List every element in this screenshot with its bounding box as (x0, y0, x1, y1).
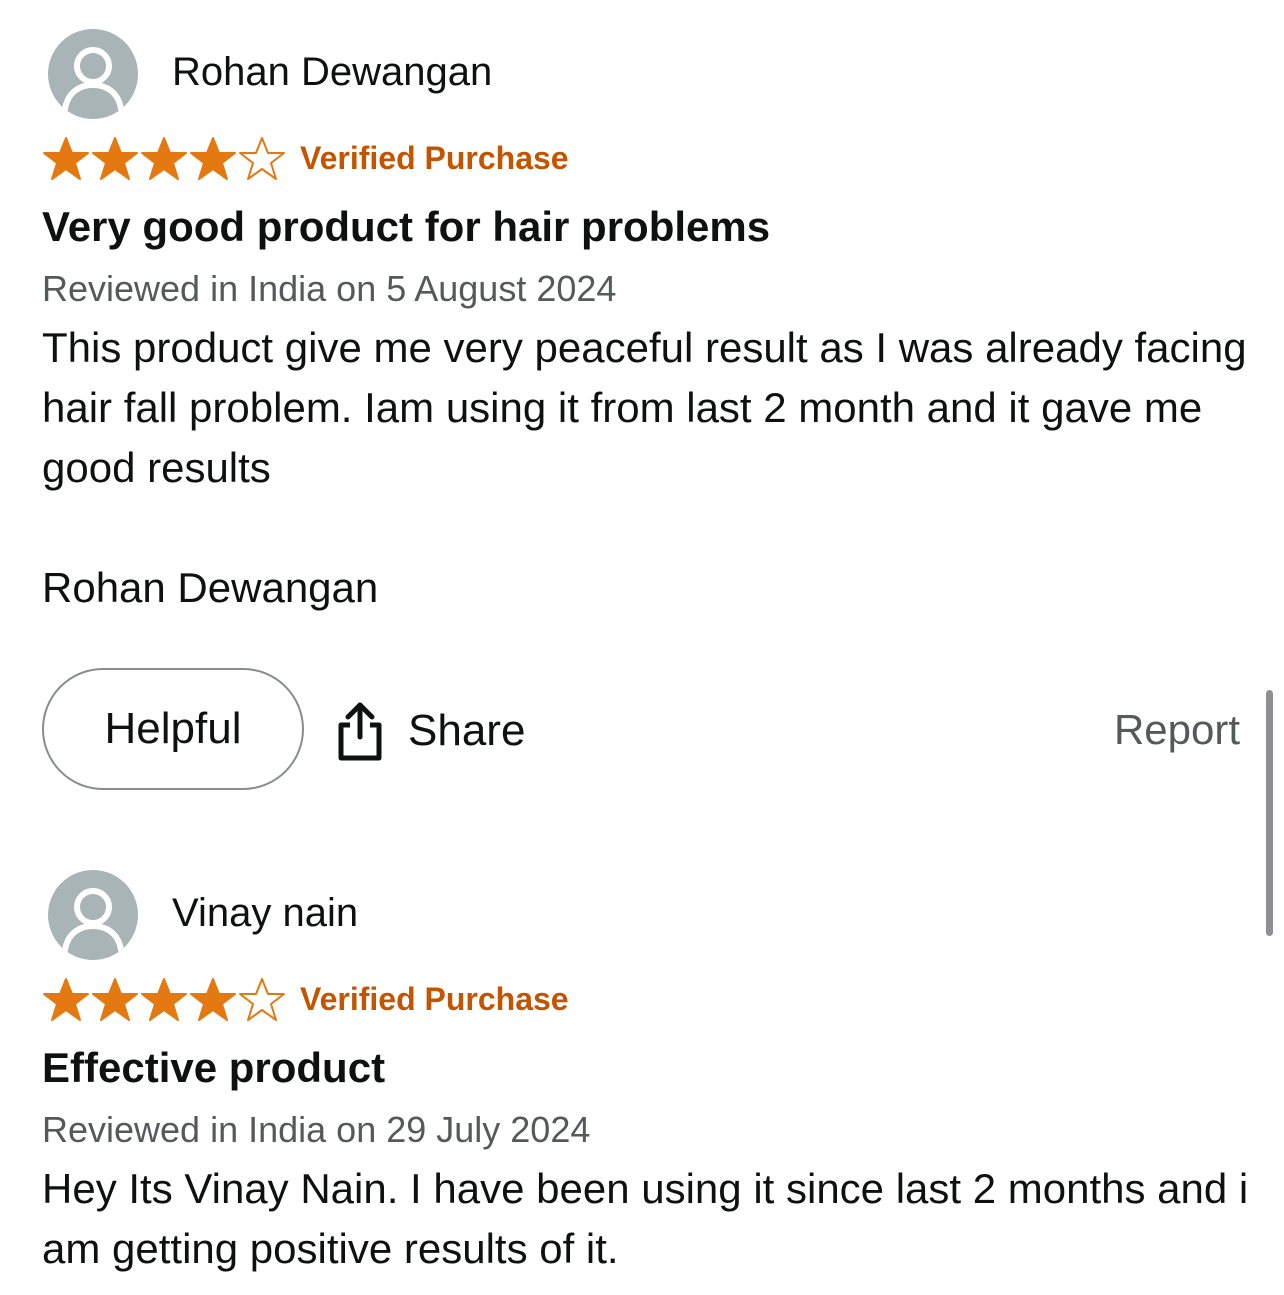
star-filled-icon (43, 137, 89, 180)
star-filled-icon (141, 137, 187, 180)
scrollbar[interactable] (1266, 690, 1273, 936)
star-filled-icon (190, 137, 236, 180)
helpful-button[interactable]: Helpful (42, 668, 304, 790)
avatar (48, 870, 138, 960)
star-filled-icon (43, 978, 89, 1021)
share-label: Share (408, 706, 526, 755)
star-empty-icon (239, 978, 285, 1021)
share-icon (338, 702, 382, 761)
star-rating (42, 976, 287, 1024)
avatar (48, 29, 138, 119)
review-date: Reviewed in India on 5 August 2024 (42, 268, 617, 309)
review-title: Very good product for hair problems (42, 203, 771, 250)
report-link[interactable]: Report (1114, 706, 1240, 754)
star-rating (42, 135, 287, 183)
star-filled-icon (92, 137, 138, 180)
star-filled-icon (141, 978, 187, 1021)
review-body: This product give me very peaceful resul… (42, 324, 1247, 611)
verified-purchase-badge: Verified Purchase (300, 981, 569, 1017)
reviewer-name[interactable]: Vinay nain (172, 891, 358, 936)
verified-purchase-badge: Verified Purchase (300, 140, 569, 176)
review-date: Reviewed in India on 29 July 2024 (42, 1109, 591, 1150)
review-body: Hey Its Vinay Nain. I have been using it… (42, 1165, 1249, 1272)
share-button[interactable]: Share (336, 696, 525, 766)
user-icon (62, 47, 124, 112)
star-filled-icon (92, 978, 138, 1021)
star-filled-icon (190, 978, 236, 1021)
reviewer-name[interactable]: Rohan Dewangan (172, 50, 492, 95)
star-empty-icon (239, 137, 285, 180)
user-icon (62, 888, 124, 953)
review-title: Effective product (42, 1044, 386, 1091)
